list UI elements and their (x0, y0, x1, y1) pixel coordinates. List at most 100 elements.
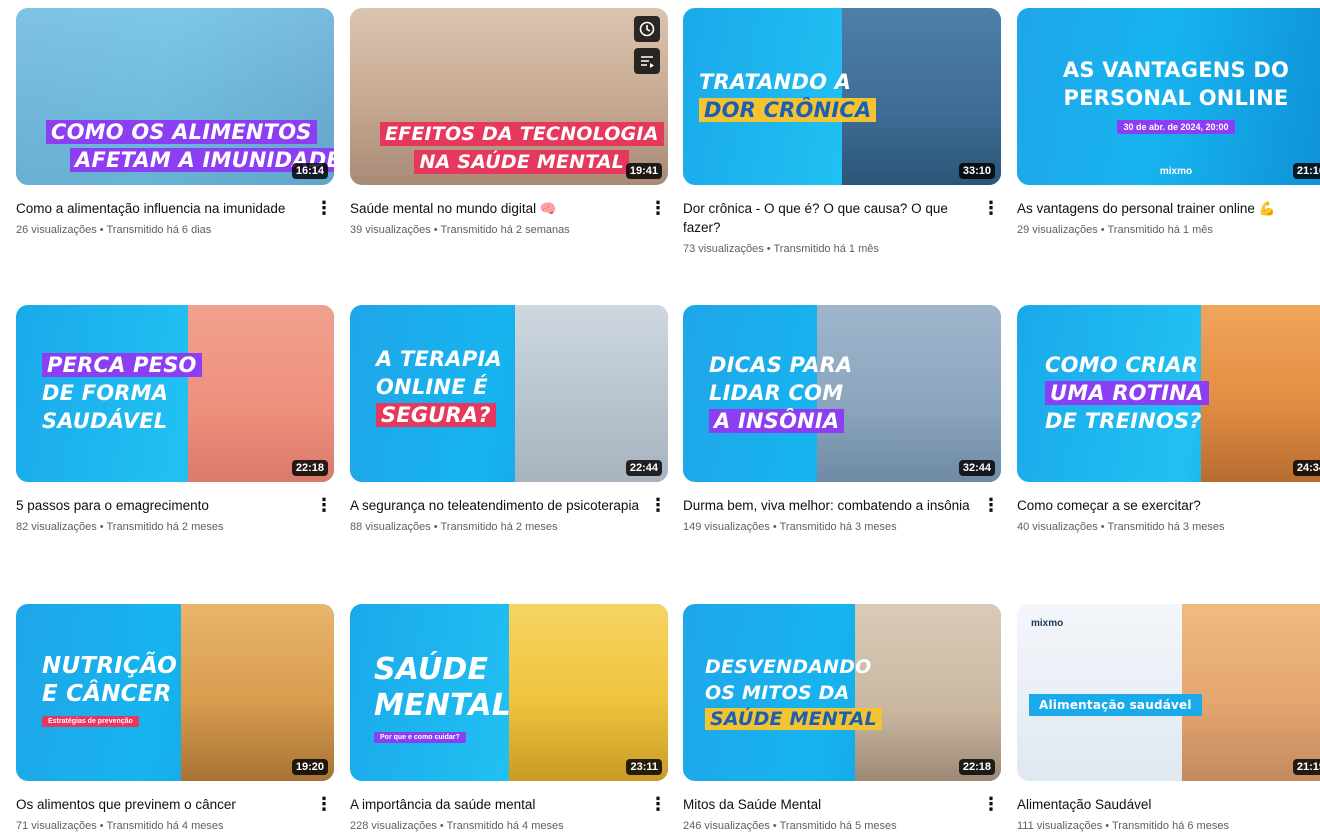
more-options-icon[interactable]: ⋮ (648, 793, 668, 817)
thumbnail-caption-line: ONLINE É (376, 375, 488, 399)
thumbnail-photo (515, 305, 668, 482)
video-thumbnail[interactable]: AS VANTAGENS DO PERSONAL ONLINE 30 de ab… (1017, 8, 1320, 185)
video-card[interactable]: mixmo Alimentação saudável 21:19 Aliment… (1017, 604, 1320, 832)
duration-badge: 19:20 (291, 759, 328, 775)
thumbnail-caption-line: UMA ROTINA (1045, 381, 1209, 405)
video-thumbnail[interactable]: SAÚDE MENTAL Por que e como cuidar? 23:1… (350, 604, 668, 781)
video-title[interactable]: Como a alimentação influencia na imunida… (16, 199, 308, 218)
thumbnail-caption: COMO CRIAR UMA ROTINA DE TREINOS? (1045, 353, 1209, 433)
video-title[interactable]: 5 passos para o emagrecimento (16, 496, 308, 515)
video-thumbnail[interactable]: A TERAPIA ONLINE É SEGURA? 22:44 (350, 305, 668, 482)
video-title[interactable]: A segurança no teleatendimento de psicot… (350, 496, 642, 515)
video-title[interactable]: As vantagens do personal trainer online … (1017, 199, 1309, 218)
more-options-icon[interactable]: ⋮ (314, 494, 334, 518)
video-stats: 149 visualizações • Transmitido há 3 mes… (683, 521, 975, 533)
more-options-icon[interactable]: ⋮ (981, 197, 1001, 221)
thumbnail-caption-line: EFEITOS DA TECNOLOGIA (380, 122, 664, 146)
thumbnail-caption-line: SAÚDE (374, 652, 489, 687)
video-title[interactable]: Alimentação Saudável (1017, 795, 1309, 814)
thumbnail-photo (181, 604, 334, 781)
video-thumbnail[interactable]: COMO CRIAR UMA ROTINA DE TREINOS? 24:34 (1017, 305, 1320, 482)
thumbnail-caption-line: OS MITOS DA (705, 682, 850, 704)
video-card[interactable]: COMO CRIAR UMA ROTINA DE TREINOS? 24:34 … (1017, 305, 1320, 533)
video-grid: COMO OS ALIMENTOS AFETAM A IMUNIDADE 16:… (0, 0, 1320, 837)
hover-actions (634, 16, 660, 74)
video-title[interactable]: Saúde mental no mundo digital 🧠 (350, 199, 642, 218)
video-thumbnail[interactable]: TRATANDO A DOR CRÔNICA 33:10 (683, 8, 1001, 185)
stream-time: Transmitido há 3 meses (779, 521, 897, 533)
more-options-icon[interactable]: ⋮ (648, 197, 668, 221)
thumbnail-caption-line: LIDAR COM (709, 381, 844, 405)
duration-badge: 21:16 (1292, 163, 1320, 179)
thumbnail-caption-line: Alimentação saudável (1029, 694, 1202, 716)
thumbnail-caption: PERCA PESO DE FORMA SAUDÁVEL (42, 353, 202, 433)
video-title[interactable]: Mitos da Saúde Mental (683, 795, 975, 814)
video-thumbnail[interactable]: DESVENDANDO OS MITOS DA SAÚDE MENTAL 22:… (683, 604, 1001, 781)
video-title[interactable]: Como começar a se exercitar? (1017, 496, 1309, 515)
video-card[interactable]: DICAS PARA LIDAR COM A INSÔNIA 32:44 Dur… (683, 305, 1001, 533)
video-thumbnail[interactable]: COMO OS ALIMENTOS AFETAM A IMUNIDADE 16:… (16, 8, 334, 185)
more-options-icon[interactable]: ⋮ (314, 793, 334, 817)
add-to-queue-icon[interactable] (634, 48, 660, 74)
stream-time: Transmitido há 5 meses (779, 820, 897, 832)
duration-badge: 16:14 (291, 163, 328, 179)
view-count: 228 visualizações (350, 820, 437, 832)
duration-badge: 32:44 (958, 460, 995, 476)
video-card[interactable]: PERCA PESO DE FORMA SAUDÁVEL 22:18 5 pas… (16, 305, 334, 533)
video-stats: 228 visualizações • Transmitido há 4 mes… (350, 820, 642, 832)
thumbnail-caption-line: PERSONAL ONLINE (1063, 86, 1289, 110)
view-count: 246 visualizações (683, 820, 770, 832)
video-card[interactable]: EFEITOS DA TECNOLOGIA NA SAÚDE MENTAL 19… (350, 8, 668, 236)
stream-time: Transmitido há 4 meses (446, 820, 564, 832)
view-count: 71 visualizações (16, 820, 97, 832)
thumbnail-caption: NUTRIÇÃO E CÂNCER Estratégias de prevenç… (42, 654, 177, 727)
more-options-icon[interactable]: ⋮ (981, 494, 1001, 518)
thumbnail-caption-line: DE FORMA (42, 381, 169, 405)
video-stats: 39 visualizações • Transmitido há 2 sema… (350, 224, 642, 236)
separator-dot: • (99, 820, 104, 832)
video-title[interactable]: Durma bem, viva melhor: combatendo a ins… (683, 496, 975, 515)
separator-dot: • (99, 224, 104, 236)
video-stats: 29 visualizações • Transmitido há 1 mês (1017, 224, 1309, 236)
video-card[interactable]: NUTRIÇÃO E CÂNCER Estratégias de prevenç… (16, 604, 334, 832)
more-options-icon[interactable]: ⋮ (314, 197, 334, 221)
thumbnail-caption-line: DESVENDANDO (705, 656, 872, 678)
video-title[interactable]: A importância da saúde mental (350, 795, 642, 814)
stream-time: Transmitido há 2 meses (440, 521, 558, 533)
video-card[interactable]: COMO OS ALIMENTOS AFETAM A IMUNIDADE 16:… (16, 8, 334, 236)
video-card[interactable]: AS VANTAGENS DO PERSONAL ONLINE 30 de ab… (1017, 8, 1320, 236)
thumbnail-subtitle: Estratégias de prevenção (42, 716, 139, 727)
view-count: 149 visualizações (683, 521, 770, 533)
video-stats: 246 visualizações • Transmitido há 5 mes… (683, 820, 975, 832)
video-card[interactable]: DESVENDANDO OS MITOS DA SAÚDE MENTAL 22:… (683, 604, 1001, 832)
video-thumbnail[interactable]: mixmo Alimentação saudável 21:19 (1017, 604, 1320, 781)
separator-dot: • (433, 521, 438, 533)
video-thumbnail[interactable]: EFEITOS DA TECNOLOGIA NA SAÚDE MENTAL 19… (350, 8, 668, 185)
separator-dot: • (766, 243, 771, 255)
video-stats: 26 visualizações • Transmitido há 6 dias (16, 224, 308, 236)
stream-time: Transmitido há 6 dias (106, 224, 212, 236)
clock-icon[interactable] (634, 16, 660, 42)
video-card[interactable]: SAÚDE MENTAL Por que e como cuidar? 23:1… (350, 604, 668, 832)
video-stats: 71 visualizações • Transmitido há 4 mese… (16, 820, 308, 832)
thumbnail-caption-line: NUTRIÇÃO (42, 653, 178, 679)
thumbnail-caption: EFEITOS DA TECNOLOGIA NA SAÚDE MENTAL (380, 122, 664, 174)
stream-time: Transmitido há 6 meses (1111, 820, 1229, 832)
more-options-icon[interactable]: ⋮ (648, 494, 668, 518)
video-thumbnail[interactable]: PERCA PESO DE FORMA SAUDÁVEL 22:18 (16, 305, 334, 482)
video-card[interactable]: TRATANDO A DOR CRÔNICA 33:10 Dor crônica… (683, 8, 1001, 255)
video-thumbnail[interactable]: DICAS PARA LIDAR COM A INSÔNIA 32:44 (683, 305, 1001, 482)
video-card[interactable]: A TERAPIA ONLINE É SEGURA? 22:44 A segur… (350, 305, 668, 533)
video-thumbnail[interactable]: NUTRIÇÃO E CÂNCER Estratégias de prevenç… (16, 604, 334, 781)
view-count: 73 visualizações (683, 243, 764, 255)
video-stats: 111 visualizações • Transmitido há 6 mes… (1017, 820, 1309, 832)
view-count: 39 visualizações (350, 224, 431, 236)
more-options-icon[interactable]: ⋮ (981, 793, 1001, 817)
event-date-pill: 30 de abr. de 2024, 20:00 (1117, 120, 1235, 134)
duration-badge: 22:44 (625, 460, 662, 476)
thumbnail-caption-line: E CÂNCER (42, 681, 172, 707)
video-title[interactable]: Dor crônica - O que é? O que causa? O qu… (683, 199, 975, 237)
separator-dot: • (439, 820, 444, 832)
video-title[interactable]: Os alimentos que previnem o câncer (16, 795, 308, 814)
thumbnail-caption: TRATANDO A DOR CRÔNICA (699, 70, 877, 122)
